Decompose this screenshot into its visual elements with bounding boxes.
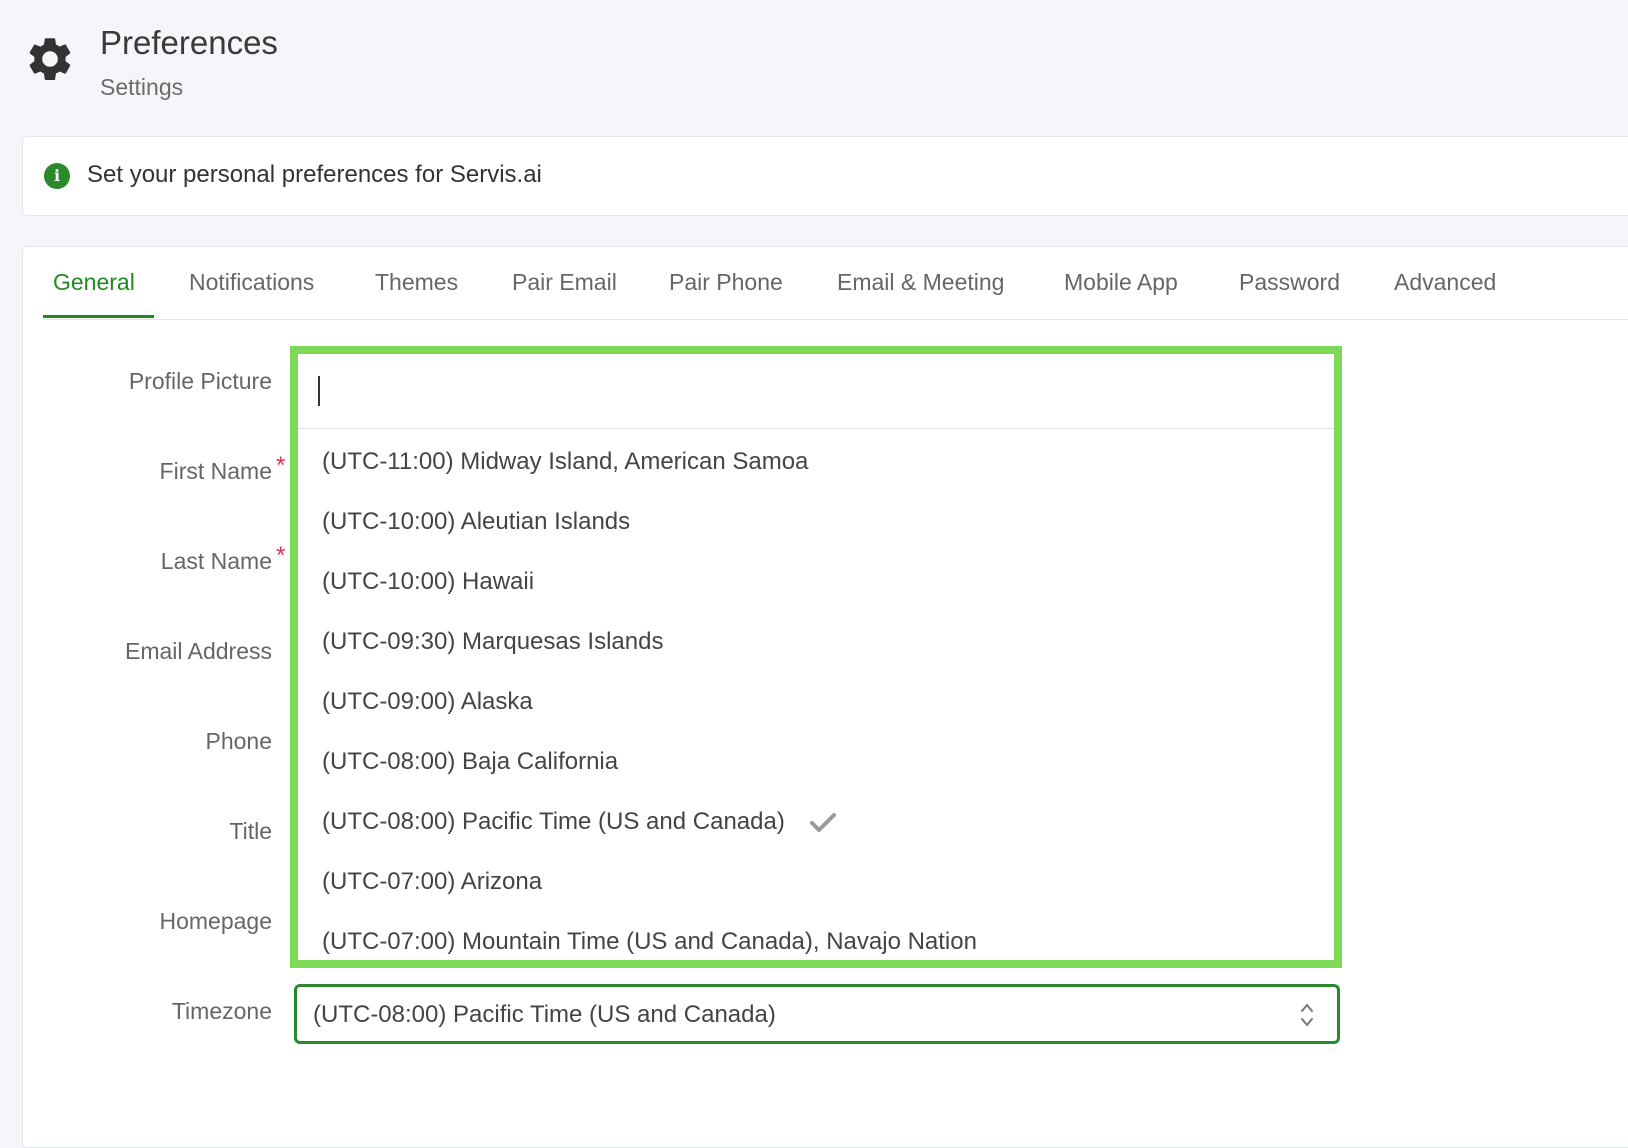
required-marker: * (276, 542, 286, 569)
timezone-option[interactable]: (UTC-11:00) Midway Island, American Samo… (322, 448, 808, 476)
page-title: Preferences (100, 24, 278, 61)
timezone-option[interactable]: (UTC-10:00) Hawaii (322, 568, 534, 596)
required-marker: * (276, 452, 286, 479)
timezone-dropdown-list: (UTC-11:00) Midway Island, American Samo… (290, 346, 1342, 968)
select-arrows-icon (1301, 1003, 1313, 1027)
timezone-option[interactable]: (UTC-09:00) Alaska (322, 688, 533, 716)
timezone-option[interactable]: (UTC-10:00) Aleutian Islands (322, 508, 630, 536)
timezone-option[interactable]: (UTC-07:00) Arizona (322, 868, 542, 896)
timezone-option[interactable]: (UTC-09:30) Marquesas Islands (322, 628, 663, 656)
info-icon: i (44, 163, 70, 189)
timezone-select[interactable]: (UTC-08:00) Pacific Time (US and Canada) (294, 984, 1340, 1044)
tab-pair-phone[interactable]: Pair Phone (669, 269, 783, 296)
label-last-name: Last Name (160, 548, 272, 574)
timezone-select-value: (UTC-08:00) Pacific Time (US and Canada) (313, 1001, 776, 1028)
label-email-address: Email Address (124, 638, 272, 664)
label-homepage: Homepage (159, 908, 272, 934)
info-text: Set your personal preferences for Servis… (87, 161, 542, 188)
tab-password[interactable]: Password (1239, 269, 1340, 296)
tab-notifications[interactable]: Notifications (189, 269, 314, 296)
timezone-option[interactable]: (UTC-08:00) Baja California (322, 748, 618, 776)
timezone-option-selected[interactable]: (UTC-08:00) Pacific Time (US and Canada) (322, 808, 836, 836)
info-banner: i Set your personal preferences for Serv… (22, 136, 1628, 216)
text-cursor (318, 376, 320, 406)
timezone-search-input[interactable] (298, 354, 1334, 429)
label-phone: Phone (205, 728, 272, 754)
label-first-name: First Name (159, 458, 272, 484)
tab-advanced[interactable]: Advanced (1394, 269, 1496, 296)
label-profile-picture: Profile Picture (128, 368, 272, 394)
gear-icon (29, 38, 71, 80)
tab-themes[interactable]: Themes (375, 269, 458, 296)
checkmark-icon (809, 812, 836, 832)
tab-email-meeting[interactable]: Email & Meeting (837, 269, 1004, 296)
tab-general[interactable]: General (53, 269, 135, 296)
timezone-option[interactable]: (UTC-07:00) Mountain Time (US and Canada… (322, 928, 977, 956)
tab-bar: General Notifications Themes Pair Email … (43, 247, 1628, 320)
label-title: Title (229, 818, 272, 844)
active-tab-indicator (43, 315, 154, 318)
label-timezone: Timezone (171, 998, 272, 1024)
tab-mobile-app[interactable]: Mobile App (1064, 269, 1178, 296)
tab-pair-email[interactable]: Pair Email (512, 269, 617, 296)
timezone-option-label: (UTC-08:00) Pacific Time (US and Canada) (322, 808, 785, 835)
page-subtitle: Settings (100, 74, 184, 100)
